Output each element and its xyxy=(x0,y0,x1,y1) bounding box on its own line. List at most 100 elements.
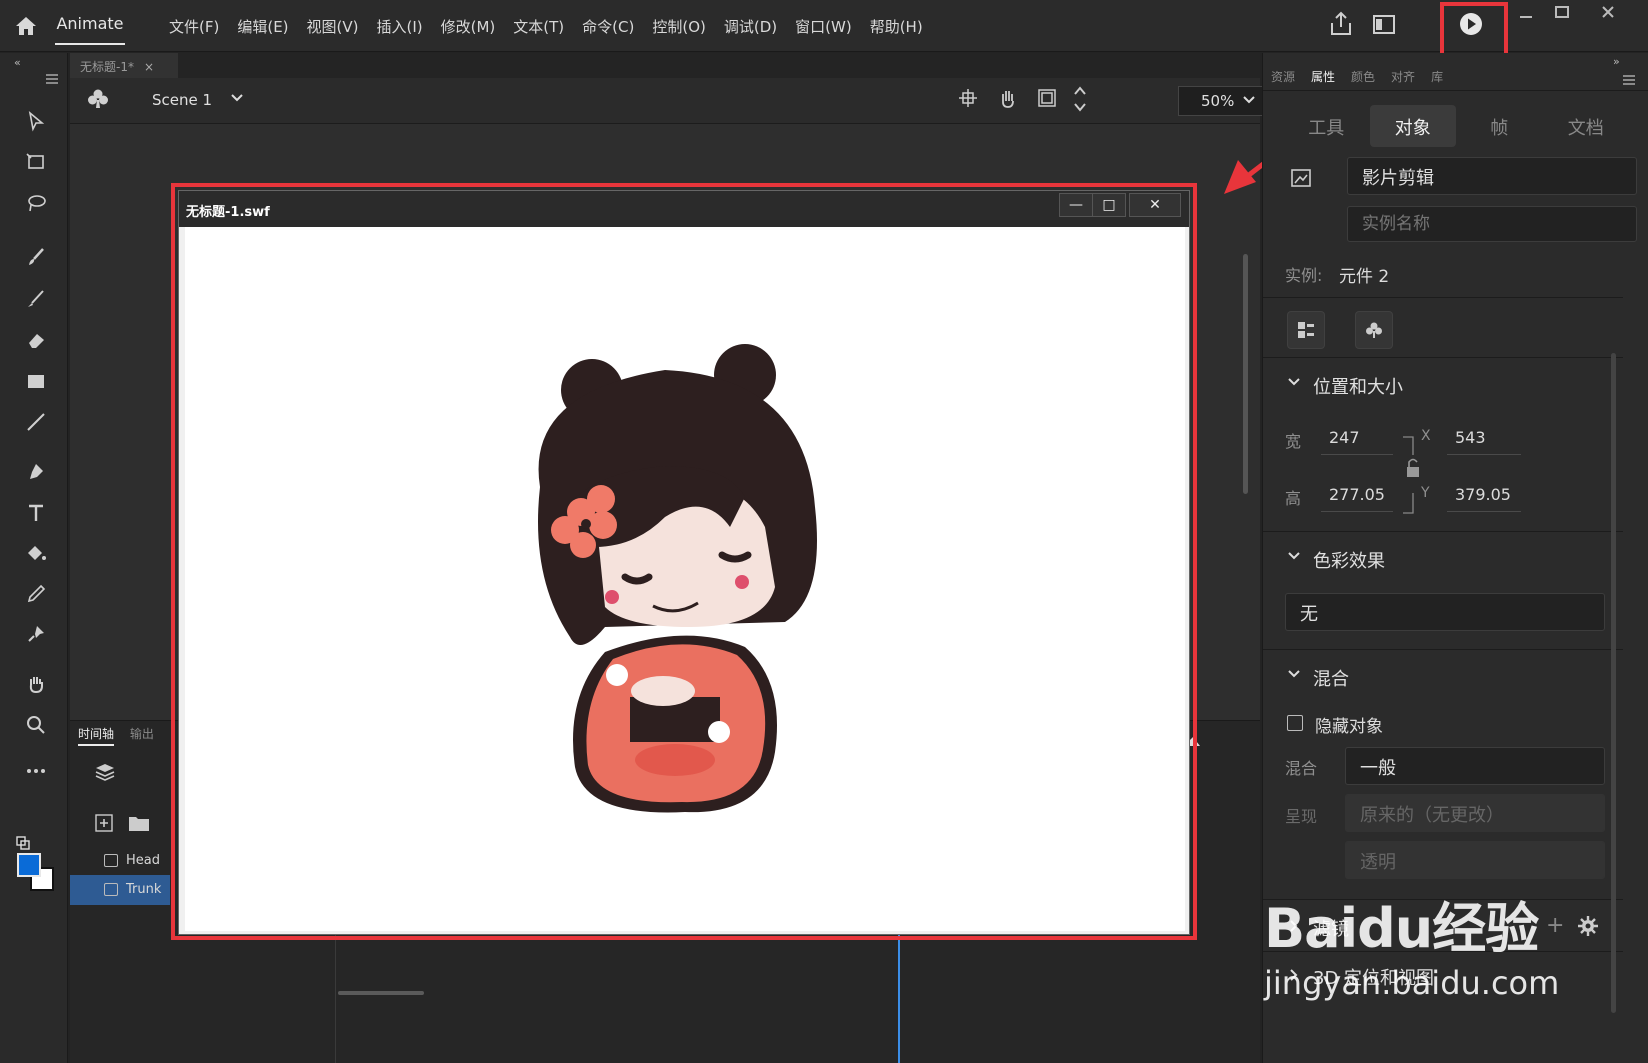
instance-name-input[interactable] xyxy=(1347,206,1637,242)
menu-help[interactable]: 帮助(H) xyxy=(861,14,932,39)
lasso-tool-icon[interactable] xyxy=(22,189,50,217)
tab-color[interactable]: 颜色 xyxy=(1351,68,1375,85)
height-label: 高 xyxy=(1285,489,1302,508)
seg-document[interactable]: 文档 xyxy=(1543,105,1630,147)
menu-view[interactable]: 视图(V) xyxy=(298,14,368,39)
minimize-icon[interactable] xyxy=(1518,4,1534,24)
new-folder-icon[interactable] xyxy=(128,813,150,837)
instance-value[interactable]: 元件 2 xyxy=(1339,262,1389,287)
hide-object-label: 隐藏对象 xyxy=(1315,717,1383,737)
menu-control[interactable]: 控制(O) xyxy=(643,14,715,39)
swap-colors-icon[interactable] xyxy=(16,835,30,854)
stroke-color-swatch[interactable] xyxy=(17,853,41,877)
chevron-down-icon[interactable] xyxy=(230,90,244,109)
tab-align[interactable]: 对齐 xyxy=(1391,68,1415,85)
home-icon[interactable] xyxy=(12,12,40,40)
workspace-layout-icon[interactable] xyxy=(1372,14,1396,40)
transparent-select[interactable]: 透明 xyxy=(1345,841,1605,879)
symbol-type-select[interactable]: 影片剪辑 xyxy=(1347,157,1637,195)
close-tab-icon[interactable]: × xyxy=(144,60,154,74)
maximize-icon[interactable] xyxy=(1554,4,1570,24)
swap-symbol-icon[interactable] xyxy=(1287,311,1325,349)
document-tab[interactable]: 无标题-1* × xyxy=(70,53,178,78)
height-underline xyxy=(1321,511,1393,512)
blend-select[interactable]: 一般 xyxy=(1345,747,1605,785)
menu-debug[interactable]: 调试(D) xyxy=(715,14,786,39)
text-tool-icon[interactable] xyxy=(22,499,50,527)
close-icon[interactable] xyxy=(1600,4,1616,24)
menu-bar: Animate 文件(F) 编辑(E) 视图(V) 插入(I) 修改(M) 文本… xyxy=(0,0,1648,52)
section-blend[interactable]: 混合 xyxy=(1313,665,1349,691)
seg-frame[interactable]: 帧 xyxy=(1456,105,1543,147)
properties-segmented-control: 工具 对象 帧 文档 xyxy=(1283,105,1629,147)
watermark-url: jingyan.baidu.com xyxy=(1264,964,1560,1002)
edit-symbol-icon[interactable] xyxy=(1355,311,1393,349)
menu-insert[interactable]: 插入(I) xyxy=(368,14,432,39)
chevron-down-icon[interactable] xyxy=(1287,549,1301,567)
symbol-club-icon[interactable] xyxy=(86,87,110,115)
paint-brush-tool-icon[interactable] xyxy=(22,243,50,271)
render-select[interactable]: 原来的（无更改） xyxy=(1345,794,1605,832)
tab-properties[interactable]: 属性 xyxy=(1311,68,1335,85)
menu-window[interactable]: 窗口(W) xyxy=(786,14,861,39)
pin-tool-icon[interactable] xyxy=(22,620,50,648)
seg-tool[interactable]: 工具 xyxy=(1283,105,1370,147)
layers-icon[interactable] xyxy=(94,761,116,787)
center-stage-icon[interactable] xyxy=(958,88,978,112)
selection-tool-icon[interactable] xyxy=(22,107,50,135)
chevron-down-icon[interactable] xyxy=(1287,667,1301,685)
fit-in-window-icon[interactable] xyxy=(1072,84,1088,118)
brush-tool-icon[interactable] xyxy=(22,285,50,313)
menu-edit[interactable]: 编辑(E) xyxy=(228,14,297,39)
tab-library[interactable]: 库 xyxy=(1431,68,1443,85)
chevron-down-icon[interactable] xyxy=(1287,375,1301,393)
divider xyxy=(1263,649,1623,650)
document-tab-bar: 无标题-1* × xyxy=(70,53,1260,78)
pen-tool-icon[interactable] xyxy=(22,458,50,486)
zoom-tool-icon[interactable] xyxy=(22,711,50,739)
stage-scrollbar[interactable] xyxy=(1243,254,1248,494)
movie-clip-icon xyxy=(1289,165,1315,195)
panel-menu-icon[interactable] xyxy=(1623,70,1635,89)
render-label: 呈现 xyxy=(1285,807,1318,826)
hand-tool-icon[interactable] xyxy=(22,670,50,698)
menu-file[interactable]: 文件(F) xyxy=(160,14,228,39)
layer-name: Trunk xyxy=(126,882,162,897)
eyedropper-tool-icon[interactable] xyxy=(22,580,50,608)
clip-stage-icon[interactable] xyxy=(1036,87,1058,113)
menu-text[interactable]: 文本(T) xyxy=(504,14,573,39)
height-value[interactable]: 277.05 xyxy=(1329,485,1385,504)
eraser-tool-icon[interactable] xyxy=(22,326,50,354)
timeline-scrollbar[interactable] xyxy=(338,991,424,995)
y-value[interactable]: 379.05 xyxy=(1455,485,1511,504)
menu-modify[interactable]: 修改(M) xyxy=(432,14,505,39)
share-icon[interactable] xyxy=(1328,10,1354,42)
more-tools-icon[interactable] xyxy=(22,757,50,785)
scene-name[interactable]: Scene 1 xyxy=(152,91,212,109)
color-effect-select[interactable]: 无 xyxy=(1285,593,1605,631)
section-position-size[interactable]: 位置和大小 xyxy=(1313,373,1403,399)
layer-row-head[interactable]: Head xyxy=(70,846,170,876)
tab-output[interactable]: 输出 xyxy=(130,727,154,741)
lock-ratio-icon[interactable] xyxy=(1401,435,1425,519)
panel-menu-icon[interactable] xyxy=(46,69,58,88)
seg-object[interactable]: 对象 xyxy=(1369,105,1456,147)
collapse-panel-icon[interactable]: » xyxy=(1613,55,1620,68)
y-underline xyxy=(1447,511,1521,512)
section-color-effect[interactable]: 色彩效果 xyxy=(1313,547,1385,573)
collapse-panel-icon[interactable]: « xyxy=(14,56,21,69)
menu-commands[interactable]: 命令(C) xyxy=(573,14,643,39)
hide-object-checkbox[interactable] xyxy=(1287,715,1303,731)
tab-timeline[interactable]: 时间轴 xyxy=(78,727,115,746)
line-tool-icon[interactable] xyxy=(22,408,50,436)
x-value[interactable]: 543 xyxy=(1455,428,1486,447)
rectangle-tool-icon[interactable] xyxy=(22,367,50,395)
free-transform-tool-icon[interactable] xyxy=(22,148,50,176)
tab-assets[interactable]: 资源 xyxy=(1271,68,1295,85)
add-layer-icon[interactable] xyxy=(94,813,114,837)
layer-row-trunk[interactable]: Trunk xyxy=(70,875,170,905)
rotate-stage-icon[interactable] xyxy=(996,86,1020,114)
paint-bucket-tool-icon[interactable] xyxy=(22,539,50,567)
app-name-tab[interactable]: Animate xyxy=(55,14,125,45)
width-value[interactable]: 247 xyxy=(1329,428,1360,447)
